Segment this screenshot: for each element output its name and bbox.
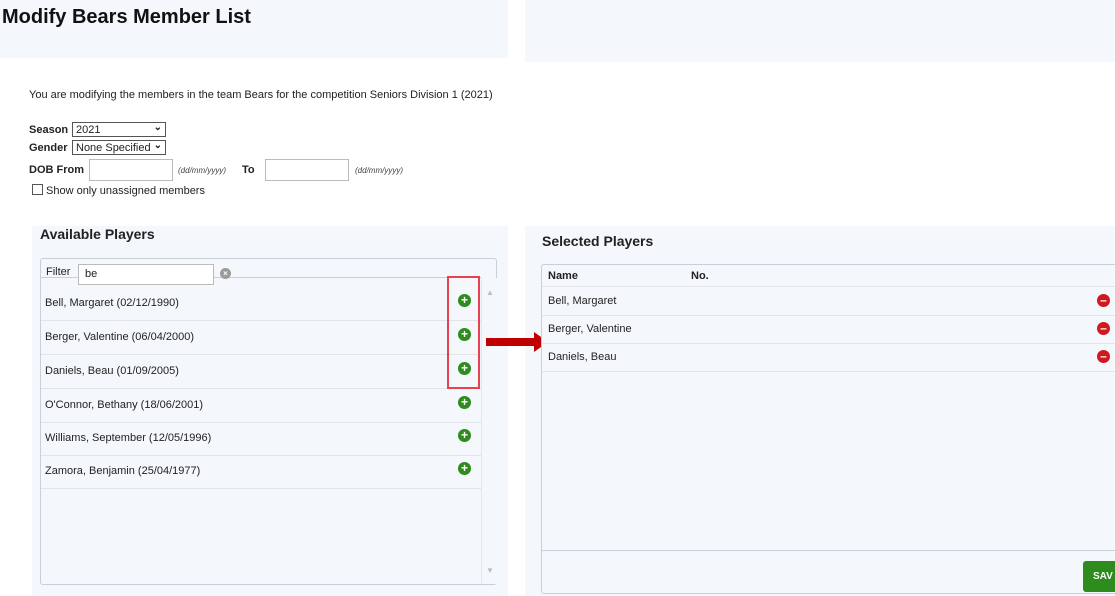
remove-circle-icon[interactable]: –: [1097, 322, 1110, 335]
season-select[interactable]: 2021 ⌄: [72, 122, 166, 137]
filter-label: Filter: [46, 266, 71, 278]
chevron-down-icon: ⌄: [153, 122, 162, 133]
clear-filter-icon[interactable]: ×: [220, 268, 231, 279]
player-name: Bell, Margaret (02/12/1990): [45, 297, 179, 309]
list-item[interactable]: Daniels, Beau (01/09/2005) +: [41, 355, 481, 389]
scroll-up-icon[interactable]: ▲: [486, 288, 494, 297]
list-item[interactable]: Williams, September (12/05/1996) +: [41, 422, 481, 456]
add-circle-icon[interactable]: +: [458, 396, 471, 409]
dob-from-input[interactable]: [89, 159, 173, 181]
remove-circle-icon[interactable]: –: [1097, 294, 1110, 307]
season-value: 2021: [76, 124, 101, 136]
unassigned-checkbox[interactable]: [32, 184, 43, 195]
scroll-down-icon[interactable]: ▼: [486, 566, 494, 575]
player-name: Daniels, Beau (01/09/2005): [45, 365, 179, 377]
player-name: O'Connor, Bethany (18/06/2001): [45, 399, 204, 411]
remove-circle-icon[interactable]: –: [1097, 350, 1110, 363]
col-no-header: No.: [691, 270, 709, 282]
add-circle-icon[interactable]: +: [458, 462, 471, 475]
dob-to-input[interactable]: [265, 159, 349, 181]
table-row[interactable]: Berger, Valentine –: [542, 315, 1115, 344]
player-name: Zamora, Benjamin (25/04/1977): [45, 465, 201, 477]
selected-player-name: Berger, Valentine: [548, 323, 632, 335]
highlight-box: [447, 276, 480, 389]
list-item[interactable]: Zamora, Benjamin (25/04/1977) +: [41, 455, 481, 489]
available-players-title: Available Players: [40, 226, 155, 242]
list-item[interactable]: Berger, Valentine (06/04/2000) +: [41, 321, 481, 355]
dob-from-hint: (dd/mm/yyyy): [178, 166, 226, 175]
header-panel-right: [525, 0, 1115, 62]
gender-value: None Specified: [76, 142, 151, 154]
page-title: Modify Bears Member List: [2, 6, 251, 28]
unassigned-label: Show only unassigned members: [46, 185, 205, 197]
gender-label: Gender: [29, 142, 68, 154]
selected-footer-divider: [542, 550, 1115, 551]
col-name-header: Name: [548, 270, 578, 282]
player-name: Williams, September (12/05/1996): [45, 432, 212, 444]
dob-from-label: DOB From: [29, 164, 84, 176]
dob-to-hint: (dd/mm/yyyy): [355, 166, 403, 175]
table-row[interactable]: Daniels, Beau –: [542, 343, 1115, 372]
gender-select[interactable]: None Specified ⌄: [72, 140, 166, 155]
selected-player-name: Daniels, Beau: [548, 351, 617, 363]
intro-text: You are modifying the members in the tea…: [29, 89, 493, 101]
chevron-down-icon: ⌄: [153, 140, 162, 151]
filter-input[interactable]: be: [78, 264, 214, 285]
player-name: Berger, Valentine (06/04/2000): [45, 331, 195, 343]
available-scrollbar[interactable]: ▲ ▼: [481, 278, 497, 584]
selected-player-name: Bell, Margaret: [548, 295, 617, 307]
add-circle-icon[interactable]: +: [458, 429, 471, 442]
list-item[interactable]: Bell, Margaret (02/12/1990) +: [41, 287, 481, 321]
save-button[interactable]: SAV: [1083, 561, 1115, 592]
selected-players-title: Selected Players: [542, 233, 654, 249]
table-row[interactable]: Bell, Margaret –: [542, 287, 1115, 316]
dob-to-label: To: [242, 164, 255, 176]
list-item[interactable]: O'Connor, Bethany (18/06/2001) +: [41, 389, 481, 423]
season-label: Season: [29, 124, 69, 136]
